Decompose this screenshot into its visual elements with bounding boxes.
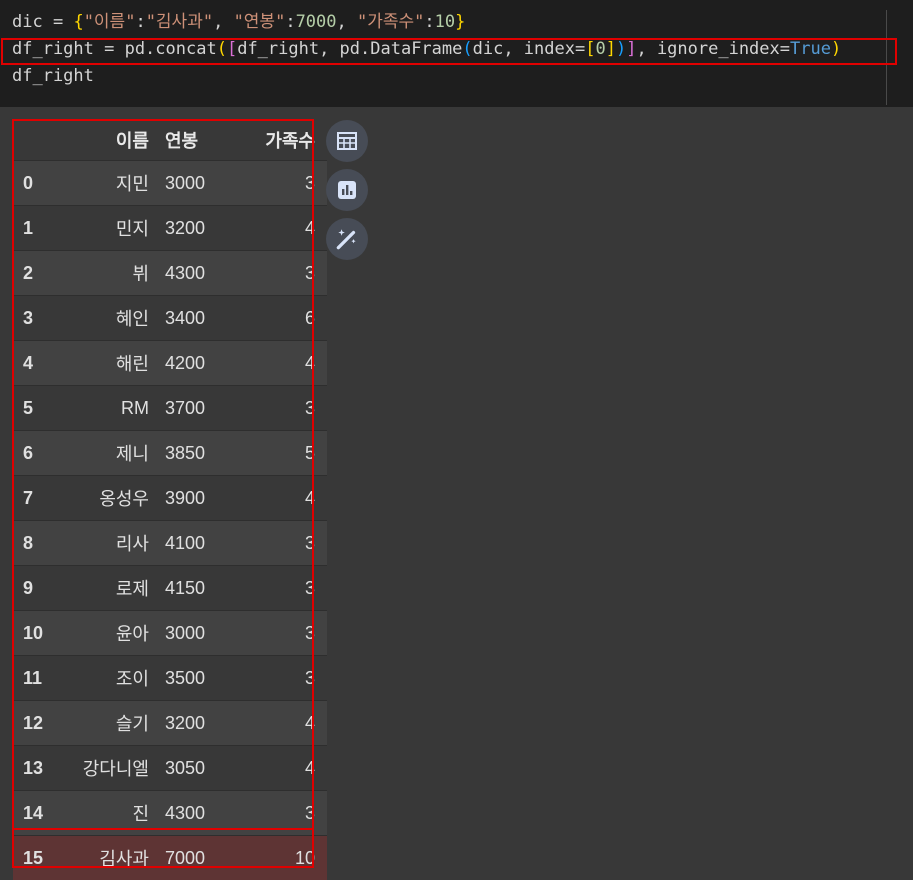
cell-name: 뷔 bbox=[69, 251, 155, 296]
suggest-charts-button[interactable] bbox=[326, 169, 368, 211]
cell-family: 3 bbox=[229, 611, 327, 656]
cell-name: 해린 bbox=[69, 341, 155, 386]
row-index: 3 bbox=[13, 296, 69, 341]
cell-family: 3 bbox=[229, 386, 327, 431]
cell-name: 윤아 bbox=[69, 611, 155, 656]
cell-family: 3 bbox=[229, 791, 327, 836]
dataframe-table: 이름 연봉 가족수 0지민30003 1민지32004 2뷔43003 3혜인3… bbox=[13, 120, 327, 880]
cell-salary: 3500 bbox=[155, 656, 229, 701]
cell-name: 김사과 bbox=[69, 836, 155, 880]
row-index: 6 bbox=[13, 431, 69, 476]
table-icon bbox=[335, 129, 359, 153]
table-row: 6제니38505 bbox=[13, 431, 327, 476]
cell-salary: 3000 bbox=[155, 611, 229, 656]
cell-name: 조이 bbox=[69, 656, 155, 701]
cell-salary: 4150 bbox=[155, 566, 229, 611]
cell-family: 3 bbox=[229, 251, 327, 296]
table-row: 5RM37003 bbox=[13, 386, 327, 431]
table-row: 12슬기32004 bbox=[13, 701, 327, 746]
table-row: 4해린42004 bbox=[13, 341, 327, 386]
cell-salary: 4200 bbox=[155, 341, 229, 386]
cell-salary: 4300 bbox=[155, 251, 229, 296]
cell-family: 4 bbox=[229, 701, 327, 746]
table-row: 13강다니엘30504 bbox=[13, 746, 327, 791]
cell-salary: 3200 bbox=[155, 701, 229, 746]
cell-salary: 4100 bbox=[155, 521, 229, 566]
column-header-index bbox=[13, 120, 69, 161]
cell-salary: 3050 bbox=[155, 746, 229, 791]
cell-name: 로제 bbox=[69, 566, 155, 611]
cell-family: 10 bbox=[229, 836, 327, 880]
cell-salary: 3900 bbox=[155, 476, 229, 521]
cell-family: 3 bbox=[229, 161, 327, 206]
cell-salary: 7000 bbox=[155, 836, 229, 880]
column-header-name: 이름 bbox=[69, 120, 155, 161]
row-index: 9 bbox=[13, 566, 69, 611]
table-row: 0지민30003 bbox=[13, 161, 327, 206]
row-index: 14 bbox=[13, 791, 69, 836]
cell-name: 슬기 bbox=[69, 701, 155, 746]
cell-family: 3 bbox=[229, 566, 327, 611]
row-index: 2 bbox=[13, 251, 69, 296]
cell-salary: 3700 bbox=[155, 386, 229, 431]
cell-family: 4 bbox=[229, 746, 327, 791]
cell-name: 진 bbox=[69, 791, 155, 836]
row-index: 1 bbox=[13, 206, 69, 251]
code-line-1: dic = {"이름":"김사과", "연봉":7000, "가족수":10} bbox=[12, 11, 465, 33]
cell-family: 4 bbox=[229, 476, 327, 521]
row-index: 10 bbox=[13, 611, 69, 656]
table-row: 10윤아30003 bbox=[13, 611, 327, 656]
table-row: 14진43003 bbox=[13, 791, 327, 836]
cell-salary: 3400 bbox=[155, 296, 229, 341]
code-line-3: df_right bbox=[12, 65, 94, 87]
row-index: 12 bbox=[13, 701, 69, 746]
table-row: 9로제41503 bbox=[13, 566, 327, 611]
magic-wand-icon bbox=[334, 226, 360, 252]
cell-salary: 3000 bbox=[155, 161, 229, 206]
cell-name: 강다니엘 bbox=[69, 746, 155, 791]
cell-family: 3 bbox=[229, 656, 327, 701]
cell-name: 혜인 bbox=[69, 296, 155, 341]
row-index: 5 bbox=[13, 386, 69, 431]
cell-family: 4 bbox=[229, 341, 327, 386]
cell-name: 옹성우 bbox=[69, 476, 155, 521]
column-header-family: 가족수 bbox=[229, 120, 327, 161]
convert-to-table-button[interactable] bbox=[326, 120, 368, 162]
row-index: 8 bbox=[13, 521, 69, 566]
table-row: 7옹성우39004 bbox=[13, 476, 327, 521]
table-row: 11조이35003 bbox=[13, 656, 327, 701]
chart-icon bbox=[335, 178, 359, 202]
cell-name: 리사 bbox=[69, 521, 155, 566]
cell-family: 3 bbox=[229, 521, 327, 566]
cell-output: 이름 연봉 가족수 0지민30003 1민지32004 2뷔43003 3혜인3… bbox=[0, 107, 913, 879]
table-row: 3혜인34006 bbox=[13, 296, 327, 341]
row-index: 0 bbox=[13, 161, 69, 206]
table-row: 1민지32004 bbox=[13, 206, 327, 251]
row-index: 11 bbox=[13, 656, 69, 701]
table-row: 2뷔43003 bbox=[13, 251, 327, 296]
row-index: 4 bbox=[13, 341, 69, 386]
generate-code-button[interactable] bbox=[326, 218, 368, 260]
cell-salary: 3200 bbox=[155, 206, 229, 251]
cell-salary: 4300 bbox=[155, 791, 229, 836]
cell-name: 지민 bbox=[69, 161, 155, 206]
code-highlight-box bbox=[1, 38, 897, 65]
row-index: 15 bbox=[13, 836, 69, 880]
cell-family: 4 bbox=[229, 206, 327, 251]
cell-family: 5 bbox=[229, 431, 327, 476]
row-index: 13 bbox=[13, 746, 69, 791]
table-header-row: 이름 연봉 가족수 bbox=[13, 120, 327, 161]
cell-name: 제니 bbox=[69, 431, 155, 476]
cell-name: RM bbox=[69, 386, 155, 431]
code-cell[interactable]: dic = {"이름":"김사과", "연봉":7000, "가족수":10} … bbox=[0, 0, 913, 107]
cell-family: 6 bbox=[229, 296, 327, 341]
cell-name: 민지 bbox=[69, 206, 155, 251]
table-row: 8리사41003 bbox=[13, 521, 327, 566]
table-row-new: 15김사과700010 bbox=[13, 836, 327, 880]
row-index: 7 bbox=[13, 476, 69, 521]
cell-salary: 3850 bbox=[155, 431, 229, 476]
column-header-salary: 연봉 bbox=[155, 120, 229, 161]
